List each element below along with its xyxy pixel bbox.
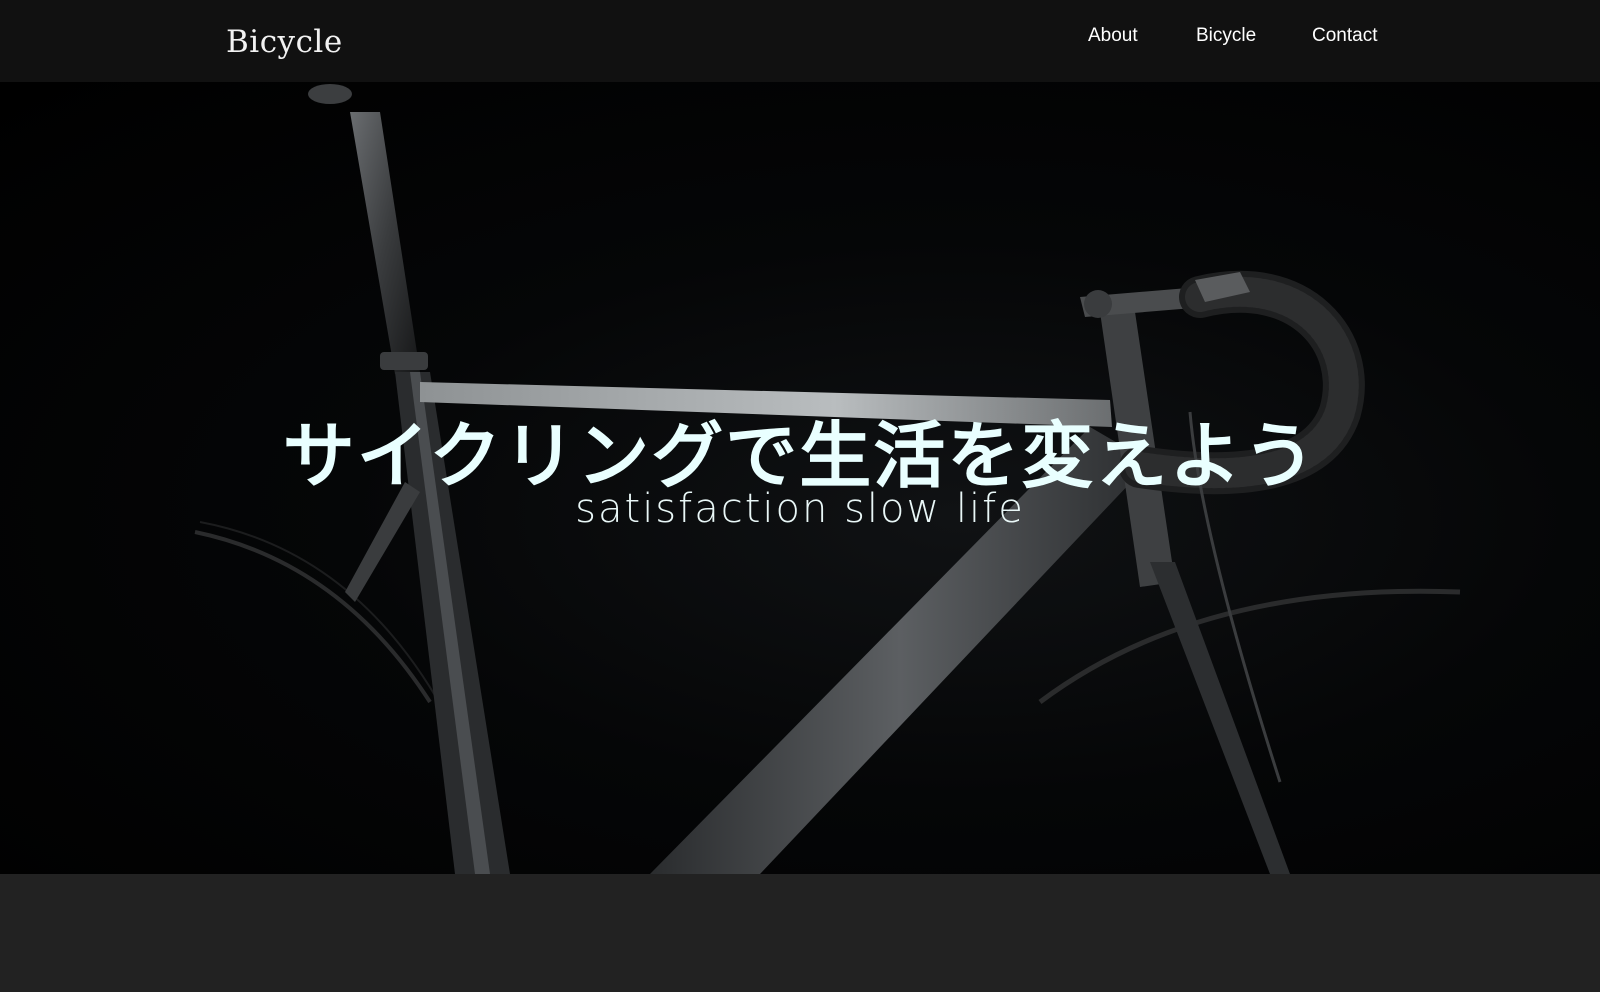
nav-link-bicycle[interactable]: Bicycle [1196, 25, 1276, 47]
hero-subtitle: satisfaction slow life [575, 486, 1025, 532]
content-section [0, 874, 1600, 992]
nav-link-contact[interactable]: Contact [1312, 25, 1402, 47]
site-header: Bicycle About Bicycle Contact [0, 0, 1600, 82]
nav-link-about[interactable]: About [1088, 25, 1168, 47]
hero-section: サイクリングで生活を変えよう satisfaction slow life [0, 82, 1600, 874]
brand-logo-link[interactable]: Bicycle [226, 24, 343, 60]
